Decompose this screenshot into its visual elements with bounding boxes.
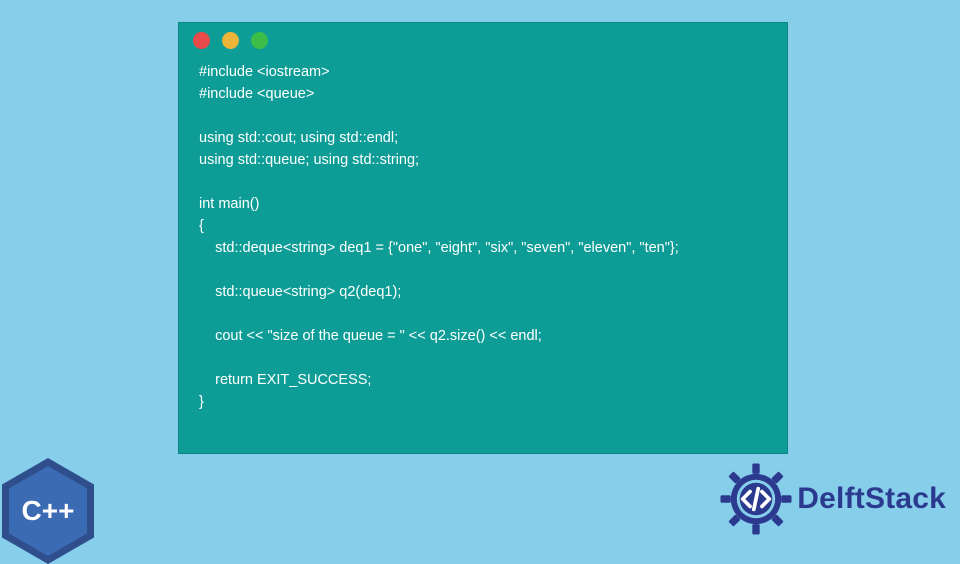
code-content: #include <iostream> #include <queue> usi…: [179, 57, 787, 413]
cpp-badge-label: C++: [9, 466, 87, 556]
window-title-bar: [179, 23, 787, 57]
brand-logo: DelftStack: [719, 462, 946, 536]
cpp-language-badge: C++: [0, 444, 98, 540]
brand-name-text: DelftStack: [797, 482, 946, 516]
brand-gear-icon: [719, 462, 793, 536]
cpp-hexagon-icon: C++: [2, 458, 94, 564]
traffic-light-zoom-icon[interactable]: [251, 32, 268, 49]
traffic-light-minimize-icon[interactable]: [222, 32, 239, 49]
code-window: #include <iostream> #include <queue> usi…: [178, 22, 788, 454]
traffic-light-close-icon[interactable]: [193, 32, 210, 49]
